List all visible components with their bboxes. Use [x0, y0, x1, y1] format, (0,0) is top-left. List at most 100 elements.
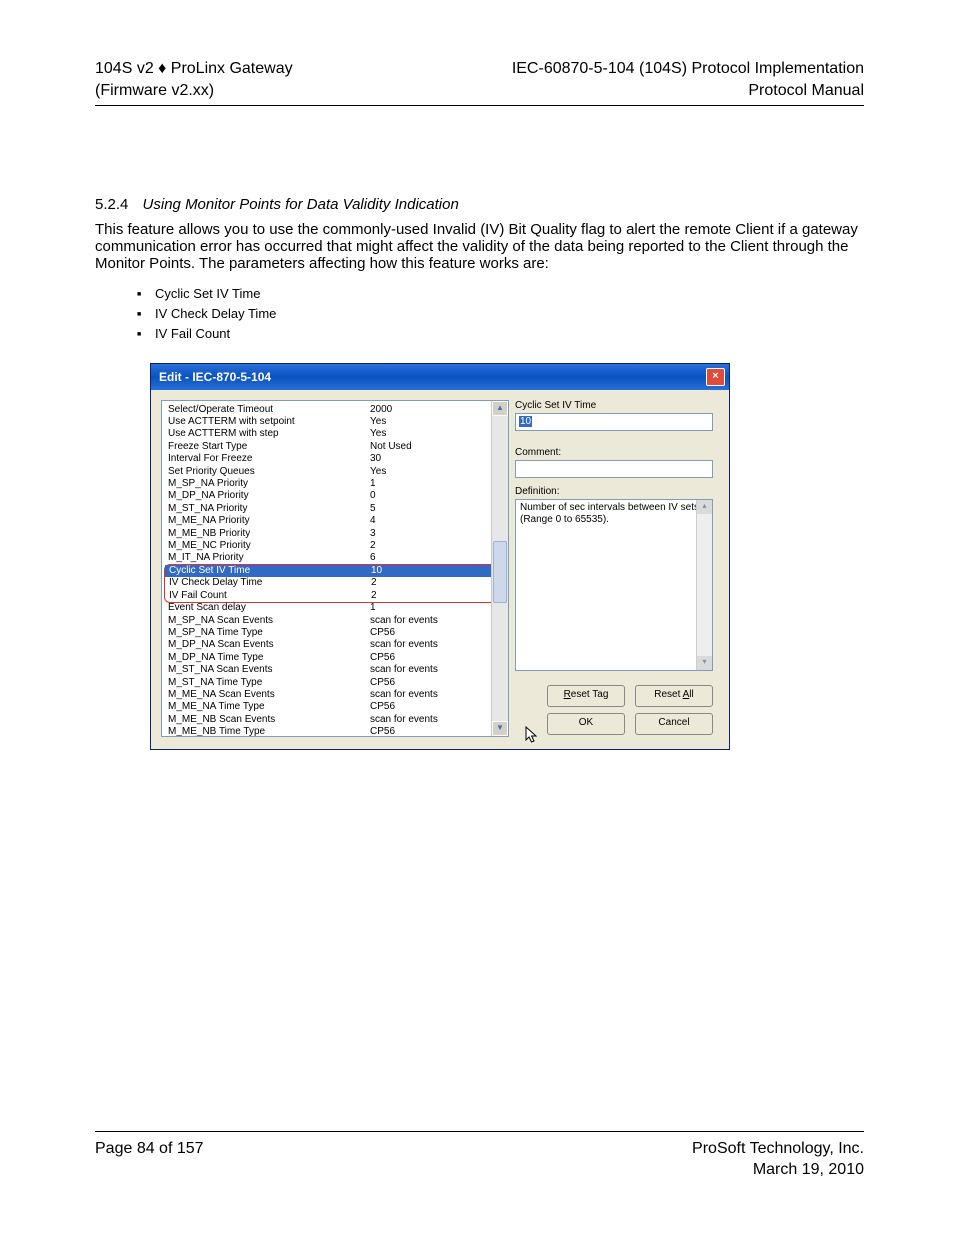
scroll-down-icon[interactable]: ▼ — [492, 721, 508, 736]
highlighted-params-box: Cyclic Set IV Time10IV Check Delay Time2… — [164, 564, 506, 603]
def-scroll-down-icon[interactable]: ▾ — [697, 656, 712, 670]
list-item[interactable]: M_SP_NA Time TypeCP56 — [162, 627, 508, 639]
list-item-value: 5 — [370, 503, 376, 515]
list-item-value: CP56 — [370, 701, 395, 713]
param-name-label: Cyclic Set IV Time — [515, 400, 713, 411]
dialog-titlebar[interactable]: Edit - IEC-870-5-104 × — [151, 364, 729, 390]
list-item-key: M_ME_NA Time Type — [168, 701, 370, 713]
list-scrollbar[interactable]: ▲ ▼ — [491, 401, 508, 736]
list-item-value: 1 — [370, 602, 376, 614]
header-right-line1: IEC-60870-5-104 (104S) Protocol Implemen… — [512, 58, 864, 80]
list-item-key: M_DP_NA Priority — [168, 490, 370, 502]
list-item[interactable]: M_ME_NA Time TypeCP56 — [162, 701, 508, 713]
list-item-value: 4 — [370, 515, 376, 527]
list-item-key: IV Check Delay Time — [169, 577, 371, 589]
list-item-value: CP56 — [370, 677, 395, 689]
list-item[interactable]: Event Scan delay1 — [162, 602, 508, 614]
list-item[interactable]: Set Priority QueuesYes — [162, 466, 508, 478]
section-title: Using Monitor Points for Data Validity I… — [143, 196, 459, 213]
list-item[interactable]: Interval For Freeze30 — [162, 453, 508, 465]
list-item-key: M_ME_NC Priority — [168, 540, 370, 552]
list-item[interactable]: M_DP_NA Scan Eventsscan for events — [162, 639, 508, 651]
close-icon[interactable]: × — [706, 368, 725, 386]
list-item[interactable]: Freeze Start TypeNot Used — [162, 441, 508, 453]
parameter-listbox[interactable]: Select/Operate Timeout2000Use ACTTERM wi… — [161, 400, 509, 737]
list-item-value: scan for events — [370, 714, 438, 726]
list-item[interactable]: M_ME_NB Scan Eventsscan for events — [162, 714, 508, 726]
list-item-value: 3 — [370, 528, 376, 540]
list-item[interactable]: M_DP_NA Time TypeCP56 — [162, 652, 508, 664]
header-right-line2: Protocol Manual — [512, 80, 864, 102]
definition-label: Definition: — [515, 486, 713, 497]
mouse-cursor-icon — [525, 726, 539, 744]
list-item[interactable]: M_DP_NA Priority0 — [162, 490, 508, 502]
list-item-key: M_DP_NA Time Type — [168, 652, 370, 664]
list-item[interactable]: Cyclic Set IV Time10 — [165, 565, 505, 577]
bullet-item: IV Check Delay Time — [137, 304, 864, 324]
scroll-thumb[interactable] — [493, 541, 507, 603]
list-item[interactable]: M_ME_NB Time TypeCP56 — [162, 726, 508, 736]
reset-all-button[interactable]: Reset All — [635, 685, 713, 707]
def-scroll-up-icon[interactable]: ▴ — [697, 500, 712, 514]
list-item-key: IV Fail Count — [169, 590, 371, 602]
list-item-value: Yes — [370, 428, 386, 440]
ok-button[interactable]: OK — [547, 713, 625, 735]
list-item-key: Use ACTTERM with setpoint — [168, 416, 370, 428]
list-item-key: Select/Operate Timeout — [168, 404, 370, 416]
bullet-item: Cyclic Set IV Time — [137, 284, 864, 304]
list-item-key: M_SP_NA Time Type — [168, 627, 370, 639]
list-item-key: M_ST_NA Scan Events — [168, 664, 370, 676]
list-item-value: 0 — [370, 490, 376, 502]
footer-page-number: Page 84 of 157 — [95, 1138, 204, 1181]
list-item[interactable]: M_ST_NA Scan Eventsscan for events — [162, 664, 508, 676]
list-item-value: CP56 — [370, 726, 395, 736]
list-item-value: 6 — [370, 552, 376, 564]
list-item-value: scan for events — [370, 689, 438, 701]
comment-input[interactable] — [515, 460, 713, 478]
page-footer: Page 84 of 157 ProSoft Technology, Inc. … — [95, 1131, 864, 1181]
header-left-line2: (Firmware v2.xx) — [95, 80, 293, 102]
list-item-value: scan for events — [370, 639, 438, 651]
list-item-value: 10 — [371, 565, 382, 577]
list-item-key: M_ME_NA Priority — [168, 515, 370, 527]
list-item[interactable]: Use ACTTERM with stepYes — [162, 428, 508, 440]
list-item[interactable]: Use ACTTERM with setpointYes — [162, 416, 508, 428]
list-item[interactable]: IV Fail Count2 — [165, 590, 505, 602]
cancel-button[interactable]: Cancel — [635, 713, 713, 735]
list-item[interactable]: M_ME_NA Priority4 — [162, 515, 508, 527]
list-item-value: 2000 — [370, 404, 392, 416]
list-item-value: Not Used — [370, 441, 412, 453]
list-item-key: Event Scan delay — [168, 602, 370, 614]
list-item-key: Freeze Start Type — [168, 441, 370, 453]
list-item[interactable]: M_ST_NA Time TypeCP56 — [162, 677, 508, 689]
list-item-value: Yes — [370, 466, 386, 478]
list-item-value: 2 — [371, 590, 377, 602]
list-item-key: Set Priority Queues — [168, 466, 370, 478]
reset-tag-button[interactable]: Reset Tag — [547, 685, 625, 707]
list-item-key: Use ACTTERM with step — [168, 428, 370, 440]
section-number: 5.2.4 — [95, 196, 128, 213]
list-item[interactable]: M_ME_NB Priority3 — [162, 528, 508, 540]
list-item-key: M_ME_NB Scan Events — [168, 714, 370, 726]
list-item-key: Interval For Freeze — [168, 453, 370, 465]
list-item-key: Cyclic Set IV Time — [169, 565, 371, 577]
list-item[interactable]: M_ME_NA Scan Eventsscan for events — [162, 689, 508, 701]
list-item-value: CP56 — [370, 652, 395, 664]
footer-company: ProSoft Technology, Inc. — [692, 1138, 864, 1160]
list-item[interactable]: M_ST_NA Priority5 — [162, 503, 508, 515]
list-item-value: 30 — [370, 453, 381, 465]
list-item-key: M_ST_NA Time Type — [168, 677, 370, 689]
list-item[interactable]: M_SP_NA Priority1 — [162, 478, 508, 490]
list-item[interactable]: M_ME_NC Priority2 — [162, 540, 508, 552]
definition-text: Number of sec intervals between IV sets … — [520, 502, 699, 526]
list-item-key: M_IT_NA Priority — [168, 552, 370, 564]
list-item[interactable]: M_SP_NA Scan Eventsscan for events — [162, 615, 508, 627]
list-item-value: scan for events — [370, 615, 438, 627]
definition-textarea[interactable]: Number of sec intervals between IV sets … — [515, 499, 713, 671]
bullet-item: IV Fail Count — [137, 324, 864, 344]
param-value-input[interactable]: 10 — [515, 413, 713, 431]
scroll-up-icon[interactable]: ▲ — [492, 401, 508, 416]
list-item[interactable]: IV Check Delay Time2 — [165, 577, 505, 589]
list-item[interactable]: Select/Operate Timeout2000 — [162, 404, 508, 416]
list-item-value: Yes — [370, 416, 386, 428]
